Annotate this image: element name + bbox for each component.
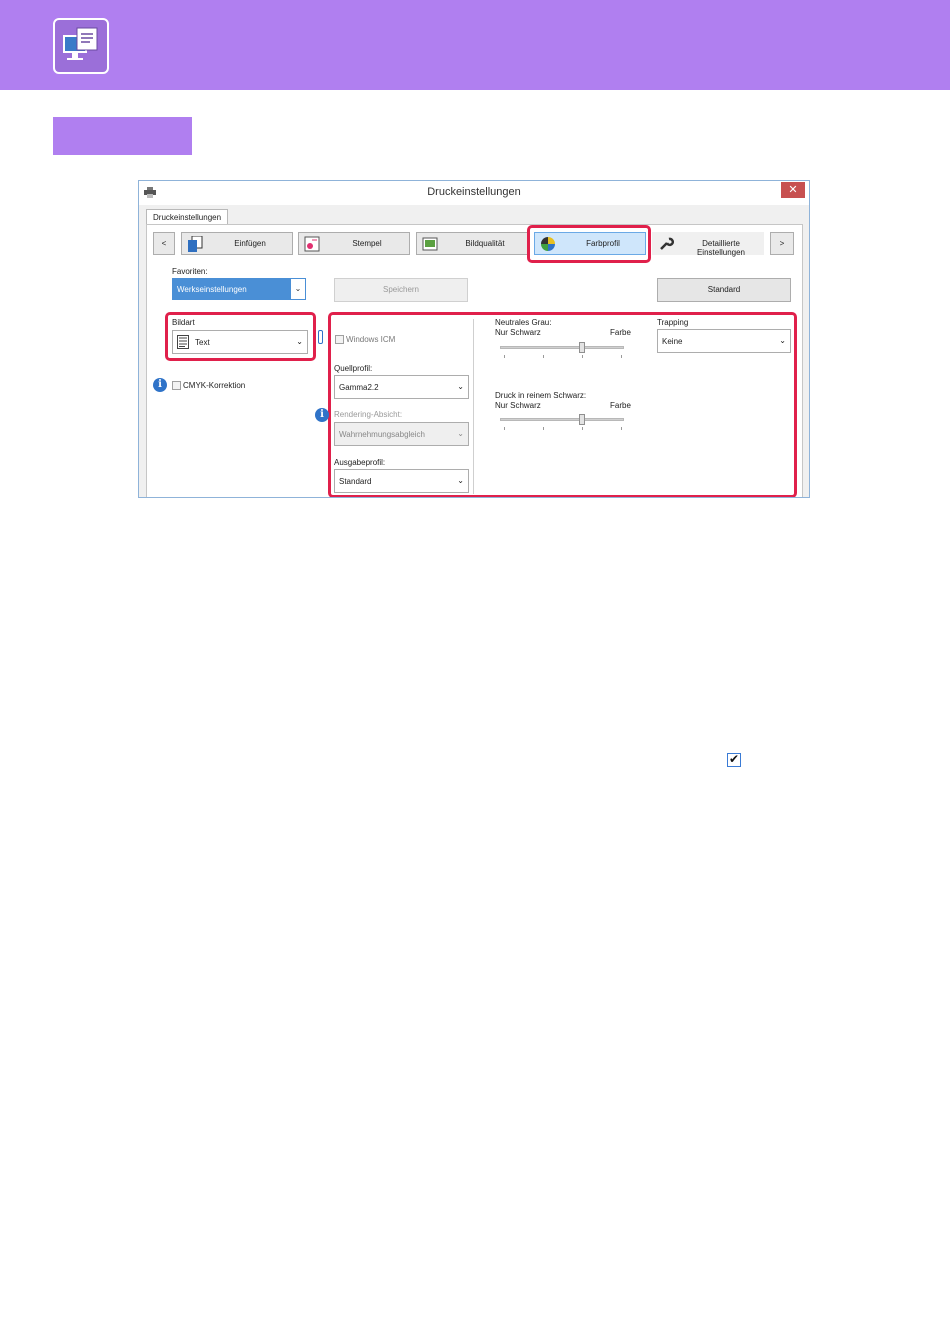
trapping-select[interactable]: Keine ⌄: [657, 329, 791, 353]
info-icon[interactable]: i: [315, 408, 329, 422]
chevron-down-icon: ⌄: [291, 279, 305, 299]
chevron-down-icon: ⌄: [296, 337, 303, 346]
favorites-value: Werkseinstellungen: [177, 285, 247, 294]
nav-einfuegen-button[interactable]: Einfügen: [181, 232, 293, 255]
nav-detaillierte-button[interactable]: Detaillierte Einstellungen: [652, 232, 764, 257]
page-header: [0, 0, 950, 90]
nav-next-label: >: [779, 239, 785, 248]
nav-stempel-button[interactable]: Stempel: [298, 232, 410, 255]
cmyk-label: CMYK-Korrektion: [183, 381, 246, 390]
print-settings-dialog: Druckeinstellungen ✕ Druckeinstellungen …: [138, 180, 810, 498]
nav-prev-button[interactable]: <: [153, 232, 175, 255]
info-icon[interactable]: i: [153, 378, 167, 392]
nav-detaillierte-label: Detaillierte Einstellungen: [696, 239, 746, 257]
rendering-label: Rendering-Absicht:: [334, 410, 403, 419]
standard-button[interactable]: Standard: [657, 278, 791, 302]
nav-farbprofil-button[interactable]: Farbprofil: [534, 232, 646, 255]
divider: [473, 319, 474, 494]
ausgabeprofil-select[interactable]: Standard ⌄: [334, 469, 469, 493]
rendering-value: Wahrnehmungsabgleich: [339, 430, 425, 439]
checkmark-glyph: ✔: [729, 752, 740, 766]
nav-prev-label: <: [161, 239, 167, 248]
trapping-label: Trapping: [657, 318, 689, 327]
tab-strip: Druckeinstellungen: [146, 209, 296, 226]
reines-schwarz-left-label: Nur Schwarz: [495, 401, 541, 410]
chevron-down-icon: ⌄: [457, 429, 464, 438]
dialog-title: Druckeinstellungen: [427, 186, 521, 198]
slider-tick: [621, 427, 622, 430]
neutral-grau-slider[interactable]: [578, 342, 585, 353]
checkbox-checked-icon: ✔: [727, 752, 741, 767]
neutral-grau-left-label: Nur Schwarz: [495, 328, 541, 337]
reines-schwarz-slider[interactable]: [578, 414, 585, 425]
windows-icm-label: Windows ICM: [346, 335, 396, 344]
slider-tick: [504, 355, 505, 358]
nav-stempel-label: Stempel: [352, 239, 382, 248]
nav-next-button[interactable]: >: [770, 232, 794, 255]
windows-icm-checkbox[interactable]: [335, 335, 344, 344]
nav-einfuegen-label: Einfügen: [234, 239, 266, 248]
neutral-grau-right-label: Farbe: [610, 328, 631, 337]
quellprofil-label: Quellprofil:: [334, 364, 373, 373]
titlebar: Druckeinstellungen ✕: [139, 181, 809, 205]
favorites-label: Favoriten:: [172, 267, 208, 276]
nav-farbprofil-label: Farbprofil: [586, 239, 620, 248]
color-profile-icon: [540, 236, 556, 254]
document-text-icon: [177, 335, 189, 351]
neutral-grau-track: [500, 346, 624, 349]
nav-bildqualitaet-button[interactable]: Bildqualität: [416, 232, 528, 255]
chevron-down-icon: ⌄: [779, 336, 786, 345]
favorites-select[interactable]: Werkseinstellungen ⌄: [172, 278, 306, 300]
neutral-grau-label: Neutrales Grau:: [495, 318, 552, 327]
slider-tick: [543, 355, 544, 358]
ausgabeprofil-label: Ausgabeprofil:: [334, 458, 386, 467]
close-button[interactable]: ✕: [781, 182, 805, 198]
bildart-value: Text: [195, 338, 210, 347]
ausgabeprofil-value: Standard: [339, 477, 372, 486]
bildart-select[interactable]: Text ⌄: [172, 330, 308, 354]
trapping-value: Keine: [662, 337, 683, 346]
image-quality-icon: [422, 236, 438, 254]
slider-tick: [582, 355, 583, 358]
insert-icon: [187, 235, 203, 254]
printer-computer-icon: [53, 18, 109, 74]
slider-tick: [504, 427, 505, 430]
slider-tick: [543, 427, 544, 430]
quellprofil-select[interactable]: Gamma2.2 ⌄: [334, 375, 469, 399]
cmyk-checkbox[interactable]: [172, 381, 181, 390]
info-marker-icon: [318, 330, 323, 344]
bildart-label: Bildart: [172, 318, 195, 327]
nav-bildqualitaet-label: Bildqualität: [465, 239, 505, 248]
stamp-icon: [304, 236, 320, 254]
reines-schwarz-right-label: Farbe: [610, 401, 631, 410]
chevron-down-icon: ⌄: [457, 382, 464, 391]
wrench-icon: [658, 236, 675, 254]
rendering-select[interactable]: Wahrnehmungsabgleich ⌄: [334, 422, 469, 446]
save-button[interactable]: Speichern: [334, 278, 468, 302]
step-marker: [53, 117, 192, 155]
reines-schwarz-track: [500, 418, 624, 421]
slider-tick: [582, 427, 583, 430]
settings-pane: [146, 224, 803, 497]
reines-schwarz-label: Druck in reinem Schwarz:: [495, 391, 587, 400]
quellprofil-value: Gamma2.2: [339, 383, 379, 392]
chevron-down-icon: ⌄: [457, 476, 464, 485]
slider-tick: [621, 355, 622, 358]
